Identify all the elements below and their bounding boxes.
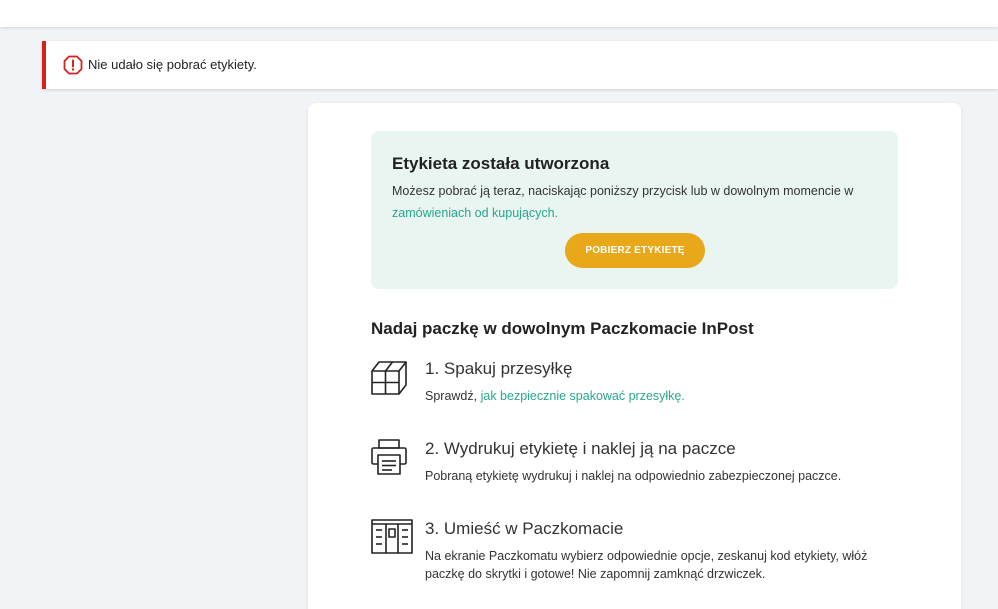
- success-description-text: Możesz pobrać ją teraz, naciskając poniż…: [392, 184, 854, 198]
- error-octagon-icon: [63, 55, 83, 75]
- step-1-description: Sprawdź, jak bezpiecznie spakować przesy…: [425, 387, 895, 405]
- error-alert: Nie udało się pobrać etykiety.: [42, 41, 998, 89]
- error-message: Nie udało się pobrać etykiety.: [88, 57, 257, 72]
- label-created-box: Etykieta została utworzona Możesz pobrać…: [371, 131, 898, 289]
- step-2-description: Pobraną etykietę wydrukuj i naklej na od…: [425, 469, 842, 483]
- main-card: Etykieta została utworzona Możesz pobrać…: [308, 103, 961, 609]
- step-1-description-text: Sprawdź,: [425, 389, 481, 403]
- step-3-title: 3. Umieść w Paczkomacie: [425, 519, 624, 538]
- packing-guide-link[interactable]: jak bezpiecznie spakować przesyłkę.: [481, 389, 685, 403]
- step-3-description: Na ekranie Paczkomatu wybierz odpowiedni…: [425, 549, 868, 581]
- step-2-title: 2. Wydrukuj etykietę i naklej ją na pacz…: [425, 439, 736, 458]
- step-1-title: 1. Spakuj przesyłkę: [425, 359, 573, 378]
- buyer-orders-link[interactable]: zamówieniach od kupujących.: [392, 206, 558, 220]
- section-title: Nadaj paczkę w dowolnym Paczkomacie InPo…: [371, 319, 754, 338]
- box-icon: [371, 359, 407, 395]
- parcel-locker-icon: [371, 519, 413, 555]
- success-title: Etykieta została utworzona: [392, 154, 610, 173]
- success-description: Możesz pobrać ją teraz, naciskając poniż…: [392, 180, 882, 224]
- top-bar: [0, 0, 998, 27]
- download-label-button[interactable]: POBIERZ ETYKIETĘ: [565, 233, 705, 268]
- printer-icon: [371, 439, 407, 475]
